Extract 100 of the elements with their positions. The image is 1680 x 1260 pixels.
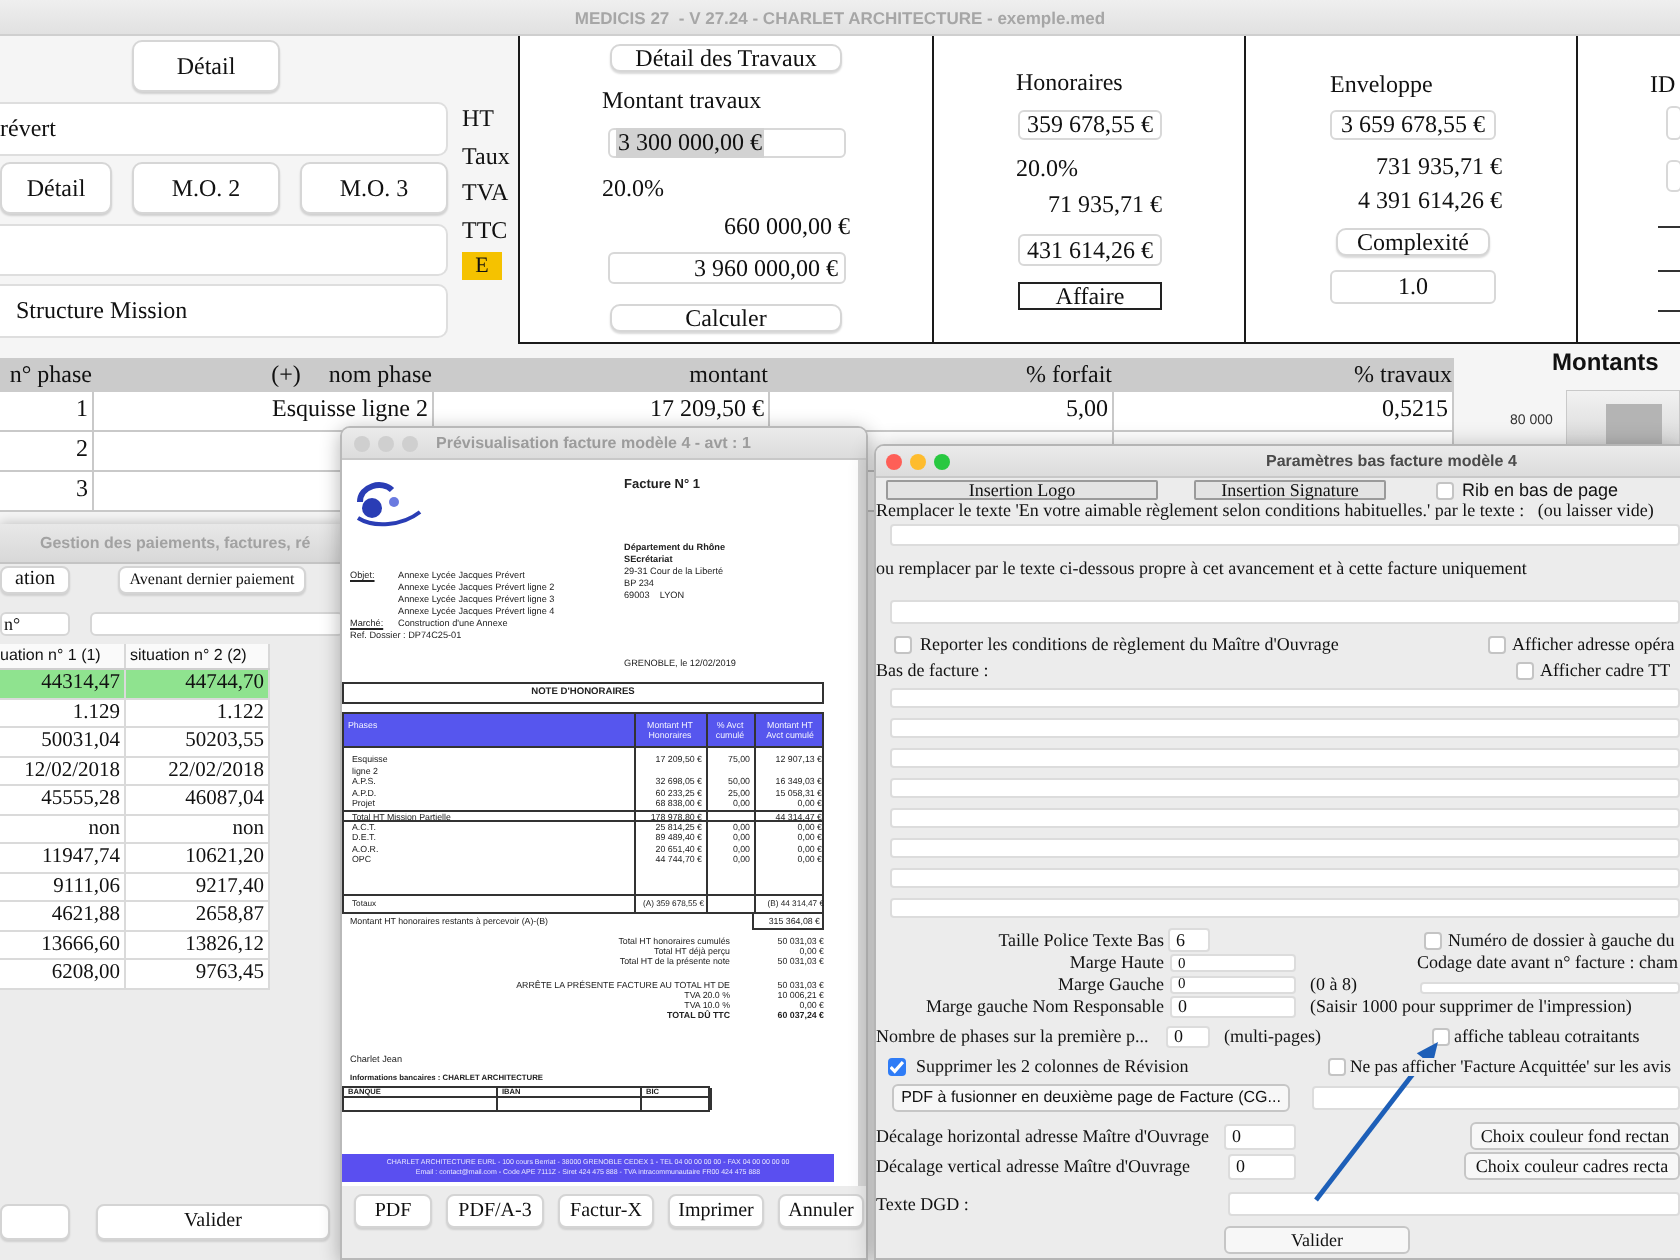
text-field[interactable]	[1420, 982, 1680, 994]
text-field[interactable]	[1228, 1192, 1680, 1216]
table-row[interactable]: 45555,28 46087,04	[0, 786, 270, 815]
calculate-button[interactable]: Calculer	[610, 304, 842, 332]
table-cell: 0,5215	[1114, 392, 1454, 430]
checkbox[interactable]	[1488, 635, 1506, 653]
amount-field[interactable]: 431 614,26 €	[1018, 234, 1162, 266]
minimize-button[interactable]	[910, 453, 926, 469]
table-row[interactable]: 4621,88 2658,87	[0, 902, 270, 931]
works-detail-button[interactable]: Détail des Travaux	[610, 44, 842, 72]
amount-label: TVA	[462, 176, 509, 210]
checkbox[interactable]	[1424, 931, 1442, 949]
table-cell: 1.122	[126, 699, 270, 726]
pdfa-button[interactable]: PDF/A-3	[446, 1194, 544, 1228]
checkbox-label: Ne pas afficher 'Facture Acquittée' sur les avis	[1350, 1058, 1671, 1076]
text-field[interactable]	[890, 688, 1680, 708]
input-field[interactable]	[1666, 106, 1680, 140]
close-button[interactable]	[354, 435, 370, 451]
input-field[interactable]	[90, 612, 344, 636]
owner-button[interactable]: M.O. 2	[132, 162, 280, 214]
client-field[interactable]: révert	[0, 102, 448, 156]
zoom-button[interactable]	[402, 435, 418, 451]
checkbox-label: Afficher adresse opéra	[1512, 635, 1675, 653]
table-row[interactable]: 11947,74 10621,20	[0, 844, 270, 873]
mission-field[interactable]: Structure Mission	[0, 284, 448, 338]
color-button[interactable]: Choix couleur fond rectan	[1470, 1122, 1680, 1150]
merge-pdf-button[interactable]: PDF à fusionner en deuxième page de Facture (CG...	[892, 1084, 1290, 1112]
checkbox[interactable]	[894, 635, 912, 653]
amount-field[interactable]: 3 960 000,00 €	[608, 252, 846, 284]
amount-field[interactable]: 3 659 678,55 €	[1330, 110, 1496, 140]
amount-field[interactable]: 3 300 000,00 €	[608, 128, 846, 158]
checkbox-label: Numéro de dossier à gauche du	[1448, 931, 1675, 949]
validate-button[interactable]: Valider	[1224, 1226, 1410, 1254]
field-label: Codage date avant n° facture : cham	[1416, 954, 1678, 972]
close-button[interactable]	[886, 453, 902, 469]
amount-text: 71 935,71 €	[1046, 190, 1162, 218]
table-cell: 44314,47	[0, 670, 126, 697]
amount-field[interactable]: 359 678,55 €	[1018, 110, 1162, 140]
amendment-button[interactable]: Avenant dernier paiement	[118, 566, 306, 594]
number-field[interactable]: n°	[0, 612, 70, 636]
checkbox[interactable]	[1328, 1058, 1346, 1076]
print-button[interactable]: Imprimer	[668, 1194, 764, 1228]
number-field[interactable]: 0	[1228, 1153, 1296, 1179]
table-cell: 22/02/2018	[126, 757, 270, 784]
checkbox[interactable]	[1516, 661, 1534, 679]
insert-signature-button[interactable]: Insertion Signature	[1194, 480, 1386, 500]
complexity-field[interactable]: 1.0	[1330, 270, 1496, 304]
text-field[interactable]	[1312, 1086, 1680, 1110]
amount-text: 731 935,71 €	[1374, 152, 1502, 180]
text-field[interactable]	[890, 600, 1680, 624]
table-row[interactable]: 6208,00 9763,45	[0, 960, 270, 989]
input-field[interactable]	[1666, 160, 1680, 192]
detail-button[interactable]: Détail	[132, 40, 280, 92]
facturx-button[interactable]: Factur-X	[558, 1194, 654, 1228]
validate-button[interactable]: Valider	[96, 1204, 330, 1240]
text-field[interactable]	[890, 718, 1680, 738]
field-label: Décalage horizontal adresse Maître d'Ouvrage	[876, 1127, 1212, 1145]
column-header: nom phase	[328, 358, 434, 392]
table-row[interactable]: non non	[0, 815, 270, 844]
checkbox[interactable]	[1436, 481, 1454, 499]
text-field[interactable]	[890, 808, 1680, 828]
text-field[interactable]	[890, 748, 1680, 768]
insert-logo-button[interactable]: Insertion Logo	[886, 480, 1158, 500]
text-field[interactable]	[890, 778, 1680, 798]
window-title: Gestion des paiements, factures, ré	[40, 534, 311, 552]
color-button[interactable]: Choix couleur cadres recta	[1464, 1152, 1680, 1180]
number-field[interactable]: 0	[1224, 1123, 1296, 1149]
text-field[interactable]	[890, 868, 1680, 888]
checkbox-label: Reporter les conditions de règlement du Maître d'Ouvrage	[920, 635, 1339, 653]
minimize-button[interactable]	[378, 435, 394, 451]
number-field[interactable]: 0	[1170, 996, 1296, 1018]
table-row[interactable]: 1.129 1.122	[0, 699, 270, 728]
zoom-button[interactable]	[934, 453, 950, 469]
text-field[interactable]	[890, 898, 1680, 918]
number-field[interactable]: 0	[1166, 1026, 1210, 1048]
checkbox[interactable]	[1432, 1028, 1450, 1046]
table-cell: non	[126, 815, 270, 842]
add-phase-button[interactable]: (+)	[271, 358, 303, 392]
situation-button[interactable]: ation	[0, 566, 70, 594]
pdf-button[interactable]: PDF	[354, 1194, 432, 1228]
cancel-button[interactable]: Annuler	[778, 1194, 864, 1228]
detail-button[interactable]: Détail	[0, 162, 112, 214]
project-button[interactable]: Affaire	[1018, 282, 1162, 310]
input-field[interactable]	[0, 224, 448, 276]
footer-button[interactable]	[0, 1204, 70, 1240]
checkbox[interactable]	[888, 1058, 906, 1076]
owner-button[interactable]: M.O. 3	[300, 162, 448, 214]
table-row[interactable]: 50031,04 50203,55	[0, 728, 270, 757]
instruction-text: ou remplacer par le texte ci-dessous propre à cet avancement et à cette facture uniquement	[876, 560, 1527, 578]
text-field[interactable]	[890, 838, 1680, 858]
text-field[interactable]	[890, 524, 1680, 546]
hint-text: (multi-pages)	[1224, 1028, 1321, 1046]
complexity-button[interactable]: Complexité	[1336, 228, 1490, 256]
table-row[interactable]: 13666,60 13826,12	[0, 931, 270, 960]
table-row[interactable]: 9111,06 9217,40	[0, 873, 270, 902]
logo-icon	[354, 478, 422, 528]
number-field[interactable]: 6	[1168, 928, 1210, 952]
amount-text: 4 391 614,26 €	[1356, 186, 1502, 214]
table-row[interactable]: 44314,47 44744,70	[0, 670, 270, 699]
table-row[interactable]: 12/02/2018 22/02/2018	[0, 757, 270, 786]
